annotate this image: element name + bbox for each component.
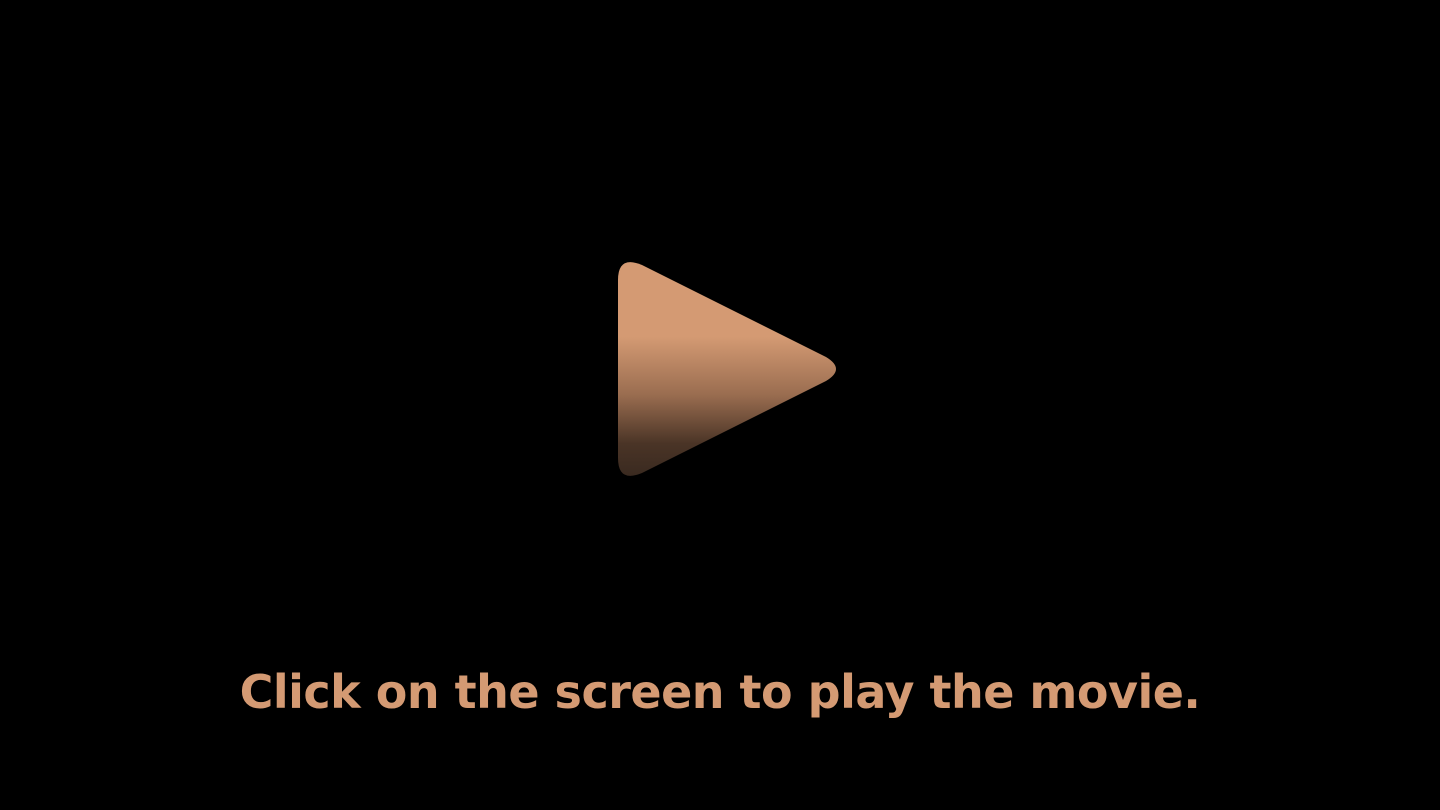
movie-player-screen[interactable]: Click on the screen to play the movie.: [0, 0, 1440, 810]
play-triangle-icon: [618, 262, 836, 476]
play-button[interactable]: [612, 255, 844, 483]
play-prompt-text: Click on the screen to play the movie.: [239, 665, 1201, 719]
